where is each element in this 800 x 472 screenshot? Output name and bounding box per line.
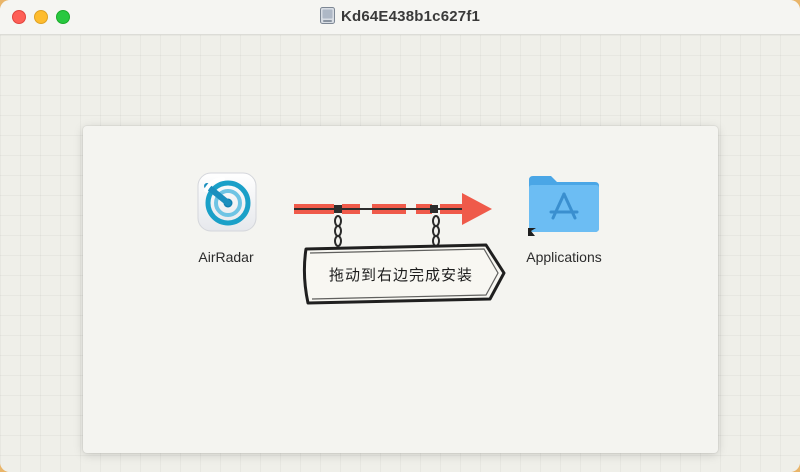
drag-hint-sign [294,193,506,305]
installer-window: Kd64E438b1c627f1 AirRadar 拖动到右边完成安装 Appl… [0,0,800,472]
window-title-group: Kd64E438b1c627f1 [0,7,800,25]
airradar-app-icon[interactable] [197,172,257,232]
install-instruction: 拖动到右边完成安装 [328,267,473,284]
disk-image-icon [319,7,335,24]
applications-folder-icon[interactable] [527,172,601,238]
title-bar[interactable]: Kd64E438b1c627f1 [0,0,800,35]
chain-graphics [334,215,440,247]
app-name-label: AirRadar [198,249,254,265]
applications-label: Applications [526,249,602,265]
window-title: Kd64E438b1c627f1 [340,8,481,25]
arrow-right-icon [294,193,492,225]
